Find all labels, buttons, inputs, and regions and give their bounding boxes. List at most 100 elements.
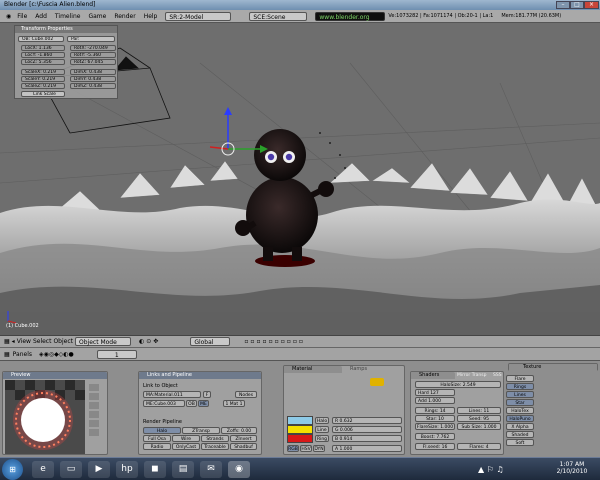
boost-field[interactable]: Boost: 7.762: [415, 433, 455, 440]
dim-z-field[interactable]: DimZ: 0.438: [70, 83, 116, 89]
parent-field[interactable]: Par:: [67, 36, 115, 42]
halo-color-swatch[interactable]: [287, 416, 313, 425]
orientation-selector[interactable]: Global: [190, 337, 231, 346]
shaders-tab[interactable]: Shaders: [411, 372, 455, 379]
menu-timeline[interactable]: Timeline: [51, 13, 85, 20]
start-button-icon[interactable]: ⊞: [2, 459, 23, 480]
scale-z-field[interactable]: ScaleZ: 0.219: [21, 83, 65, 89]
tray-icons[interactable]: ▲ ⚐ ♫: [478, 465, 504, 474]
clock[interactable]: 1:07 AM 2/10/2010: [548, 461, 596, 475]
material-menu-icon[interactable]: [370, 378, 384, 386]
menu-select[interactable]: Select: [33, 338, 52, 345]
soft-toggle[interactable]: Soft: [506, 439, 534, 446]
texture-tab[interactable]: Texture: [509, 364, 597, 371]
maximize-button[interactable]: □: [570, 1, 584, 9]
menu-help[interactable]: Help: [140, 13, 162, 20]
star-field[interactable]: Star: 10: [415, 415, 455, 422]
mode-selector[interactable]: Object Mode: [75, 337, 131, 346]
rgb-mode-button[interactable]: RGB: [287, 445, 299, 452]
halopuno-toggle[interactable]: HaloPuno: [506, 415, 534, 422]
media-player-icon[interactable]: ▶: [88, 461, 110, 478]
frame-field[interactable]: 1: [96, 349, 137, 359]
ob-link-button[interactable]: OB: [186, 400, 197, 407]
seed-field[interactable]: Seed: 95: [457, 415, 501, 422]
screen-selector[interactable]: SR:2-Model: [165, 11, 232, 21]
rot-z-field[interactable]: RotZ: 67.045: [70, 59, 116, 65]
editor-type-icon[interactable]: ▦: [4, 338, 10, 345]
loc-y-field[interactable]: LocY: -1.860: [21, 52, 65, 58]
radio-toggle[interactable]: Radio: [143, 443, 171, 450]
star-toggle[interactable]: Star: [506, 399, 534, 406]
3d-viewport[interactable]: (1) Cube.002 Transform Properties OB: Cu…: [0, 23, 600, 335]
layer-buttons[interactable]: ▫▫▫▫▫▫▫▫▫▫: [244, 338, 305, 345]
rings-toggle[interactable]: Rings: [506, 383, 534, 390]
flare-toggle[interactable]: Flare: [506, 375, 534, 382]
scale-x-field[interactable]: ScaleX: 0.219: [21, 69, 65, 75]
mesh-name-field[interactable]: ME:Cube.003: [143, 400, 185, 407]
shaded-toggle[interactable]: Shaded: [506, 431, 534, 438]
preview-plane-icon[interactable]: [89, 384, 99, 391]
rot-y-field[interactable]: RotY: -5.360: [70, 52, 116, 58]
strands-button[interactable]: Strands: [201, 435, 229, 442]
line-color-swatch[interactable]: [287, 425, 313, 434]
material-tab[interactable]: Material: [284, 366, 342, 373]
blender-task-icon[interactable]: ◉: [228, 461, 250, 478]
flare-size-field[interactable]: FlareSize: 1.000: [415, 423, 455, 430]
lines-toggle[interactable]: Lines: [506, 391, 534, 398]
red-slider[interactable]: R 0.632: [332, 417, 402, 424]
close-button[interactable]: ×: [584, 1, 599, 9]
collapse-menu-icon[interactable]: ◂: [12, 338, 15, 345]
shadbuf-toggle[interactable]: Shadbuf: [230, 443, 257, 450]
preview-sky-icon[interactable]: [89, 429, 99, 436]
menu-add[interactable]: Add: [31, 13, 51, 20]
onlycast-toggle[interactable]: OnlyCast: [172, 443, 200, 450]
internet-explorer-icon[interactable]: e: [32, 461, 54, 478]
preview-hair-icon[interactable]: [89, 420, 99, 427]
dim-y-field[interactable]: DimY: 0.438: [70, 76, 116, 82]
full-osa-toggle[interactable]: Full Osa: [143, 435, 171, 442]
menu-file[interactable]: File: [13, 13, 31, 20]
app-icon-1[interactable]: ◼: [144, 461, 166, 478]
rings-field[interactable]: Rings: 14: [415, 407, 455, 414]
version-link[interactable]: www.blender.org 249.2: [315, 11, 386, 30]
scene-selector[interactable]: SCE:Scene: [249, 11, 308, 21]
dyn-mode-button[interactable]: DYN: [313, 445, 325, 452]
menu-object[interactable]: Object: [53, 338, 73, 345]
buttons-editor-icon[interactable]: ▦: [4, 351, 10, 358]
hp-icon[interactable]: hp: [116, 461, 138, 478]
hard-slider[interactable]: Hard 127: [415, 389, 455, 396]
menu-view[interactable]: View: [17, 338, 31, 345]
rot-x-field[interactable]: RotX: -270.049: [70, 45, 116, 51]
flare-seed-field[interactable]: Fl.seed: 16: [415, 443, 455, 450]
halo-color-button[interactable]: Halo: [315, 417, 329, 424]
traceable-toggle[interactable]: Traceable: [201, 443, 229, 450]
menu-render[interactable]: Render: [110, 13, 139, 20]
material-name-field[interactable]: MA:Material.011: [143, 391, 201, 398]
zoffs-field[interactable]: Zoffs: 0.00: [221, 427, 257, 434]
scale-y-field[interactable]: ScaleY: 0.219: [21, 76, 65, 82]
ztransp-toggle[interactable]: ZTransp: [182, 427, 220, 434]
explorer-folder-icon[interactable]: ▭: [60, 461, 82, 478]
lines-field[interactable]: Lines: 11: [457, 407, 501, 414]
me-link-button[interactable]: ME: [198, 400, 209, 407]
panels-menu[interactable]: Panels: [13, 351, 32, 358]
ring-color-button[interactable]: Ring: [315, 435, 329, 442]
loc-x-field[interactable]: LocX: 1.136: [21, 45, 65, 51]
zinvert-toggle[interactable]: ZInvert: [230, 435, 257, 442]
halotex-toggle[interactable]: HaloTex: [506, 407, 534, 414]
preview-sphere-icon[interactable]: [89, 393, 99, 400]
app-icon-3[interactable]: ✉: [200, 461, 222, 478]
halo-toggle[interactable]: Halo: [143, 427, 181, 434]
fake-user-button[interactable]: F: [203, 391, 211, 398]
halosize-field[interactable]: HaloSize: 2.549: [415, 381, 501, 388]
wire-toggle[interactable]: Wire: [172, 435, 200, 442]
minimize-button[interactable]: –: [556, 1, 570, 9]
menu-game[interactable]: Game: [84, 13, 110, 20]
material-index-field[interactable]: 1 Mat 1: [223, 400, 245, 407]
nodes-button[interactable]: Nodes: [235, 391, 257, 398]
blue-slider[interactable]: B 0.914: [332, 435, 402, 442]
hsv-mode-button[interactable]: HSV: [300, 445, 312, 452]
dim-x-field[interactable]: DimX: 0.438: [70, 69, 116, 75]
ring-color-swatch[interactable]: [287, 434, 313, 443]
loc-z-field[interactable]: LocZ: 5.356: [21, 59, 65, 65]
